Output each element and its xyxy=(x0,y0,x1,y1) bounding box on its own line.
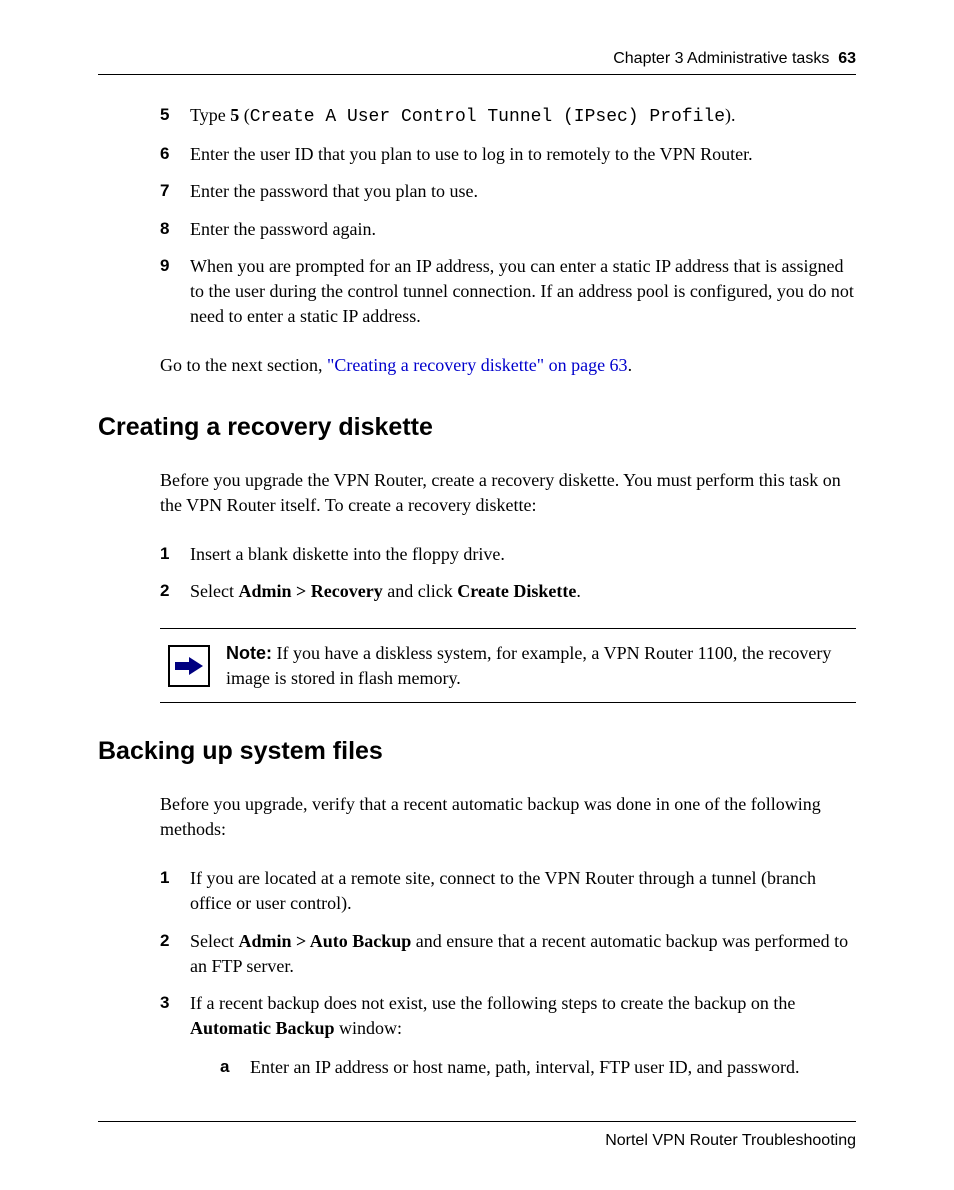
step-number: 1 xyxy=(160,542,190,566)
step-text: If you are located at a remote site, con… xyxy=(190,866,856,916)
page-footer: Nortel VPN Router Troubleshooting xyxy=(98,1132,856,1150)
note-callout: Note: If you have a diskless system, for… xyxy=(160,628,856,703)
step-text: Enter the user ID that you plan to use t… xyxy=(190,142,856,167)
step-number: 2 xyxy=(160,929,190,953)
step-3: 3 If a recent backup does not exist, use… xyxy=(160,991,856,1091)
step-number: 9 xyxy=(160,254,190,278)
page-number: 63 xyxy=(838,50,856,67)
step-5: 5 Type 5 (Create A User Control Tunnel (… xyxy=(160,103,856,130)
substep-letter: a xyxy=(220,1055,250,1079)
code-snippet: Create A User Control Tunnel (IPsec) Pro… xyxy=(250,107,725,127)
step-text: Insert a blank diskette into the floppy … xyxy=(190,542,856,567)
step-8: 8 Enter the password again. xyxy=(160,217,856,242)
section-intro: Before you upgrade the VPN Router, creat… xyxy=(160,468,856,518)
xref-link[interactable]: "Creating a recovery diskette" on page 6… xyxy=(327,355,628,375)
step-number: 5 xyxy=(160,103,190,127)
page-header: Chapter 3 Administrative tasks 63 xyxy=(98,50,856,68)
section-heading-recovery: Creating a recovery diskette xyxy=(98,413,856,442)
step-1: 1 If you are located at a remote site, c… xyxy=(160,866,856,916)
chapter-label: Chapter 3 Administrative tasks xyxy=(613,50,829,67)
step-number: 8 xyxy=(160,217,190,241)
step-9: 9 When you are prompted for an IP addres… xyxy=(160,254,856,330)
substep-a: a Enter an IP address or host name, path… xyxy=(220,1055,856,1080)
step-text: Type 5 (Create A User Control Tunnel (IP… xyxy=(190,103,856,130)
step-number: 2 xyxy=(160,579,190,603)
step-text: Select Admin > Recovery and click Create… xyxy=(190,579,856,604)
footer-rule xyxy=(98,1121,856,1122)
section-backup-content: Before you upgrade, verify that a recent… xyxy=(160,792,856,1091)
step-number: 3 xyxy=(160,991,190,1015)
step-text: Select Admin > Auto Backup and ensure th… xyxy=(190,929,856,979)
step-number: 7 xyxy=(160,179,190,203)
step-text: When you are prompted for an IP address,… xyxy=(190,254,856,330)
step-number: 6 xyxy=(160,142,190,166)
body-content: 5 Type 5 (Create A User Control Tunnel (… xyxy=(160,103,856,379)
step-text: If a recent backup does not exist, use t… xyxy=(190,991,856,1091)
substeps: a Enter an IP address or host name, path… xyxy=(220,1055,856,1080)
arrow-icon xyxy=(168,645,210,687)
step-text: Enter the password that you plan to use. xyxy=(190,179,856,204)
page: Chapter 3 Administrative tasks 63 5 Type… xyxy=(0,0,954,1190)
step-text: Enter the password again. xyxy=(190,217,856,242)
step-2: 2 Select Admin > Recovery and click Crea… xyxy=(160,579,856,604)
section-recovery-content: Before you upgrade the VPN Router, creat… xyxy=(160,468,856,703)
steps-backup: 1 If you are located at a remote site, c… xyxy=(160,866,856,1090)
header-rule xyxy=(98,74,856,75)
step-1: 1 Insert a blank diskette into the flopp… xyxy=(160,542,856,567)
steps-continued: 5 Type 5 (Create A User Control Tunnel (… xyxy=(160,103,856,329)
step-7: 7 Enter the password that you plan to us… xyxy=(160,179,856,204)
section-intro: Before you upgrade, verify that a recent… xyxy=(160,792,856,842)
section-heading-backup: Backing up system files xyxy=(98,737,856,766)
goto-paragraph: Go to the next section, "Creating a reco… xyxy=(160,353,856,378)
step-number: 1 xyxy=(160,866,190,890)
note-text: Note: If you have a diskless system, for… xyxy=(226,641,852,690)
step-2: 2 Select Admin > Auto Backup and ensure … xyxy=(160,929,856,979)
step-6: 6 Enter the user ID that you plan to use… xyxy=(160,142,856,167)
steps-recovery: 1 Insert a blank diskette into the flopp… xyxy=(160,542,856,604)
substep-text: Enter an IP address or host name, path, … xyxy=(250,1055,856,1080)
